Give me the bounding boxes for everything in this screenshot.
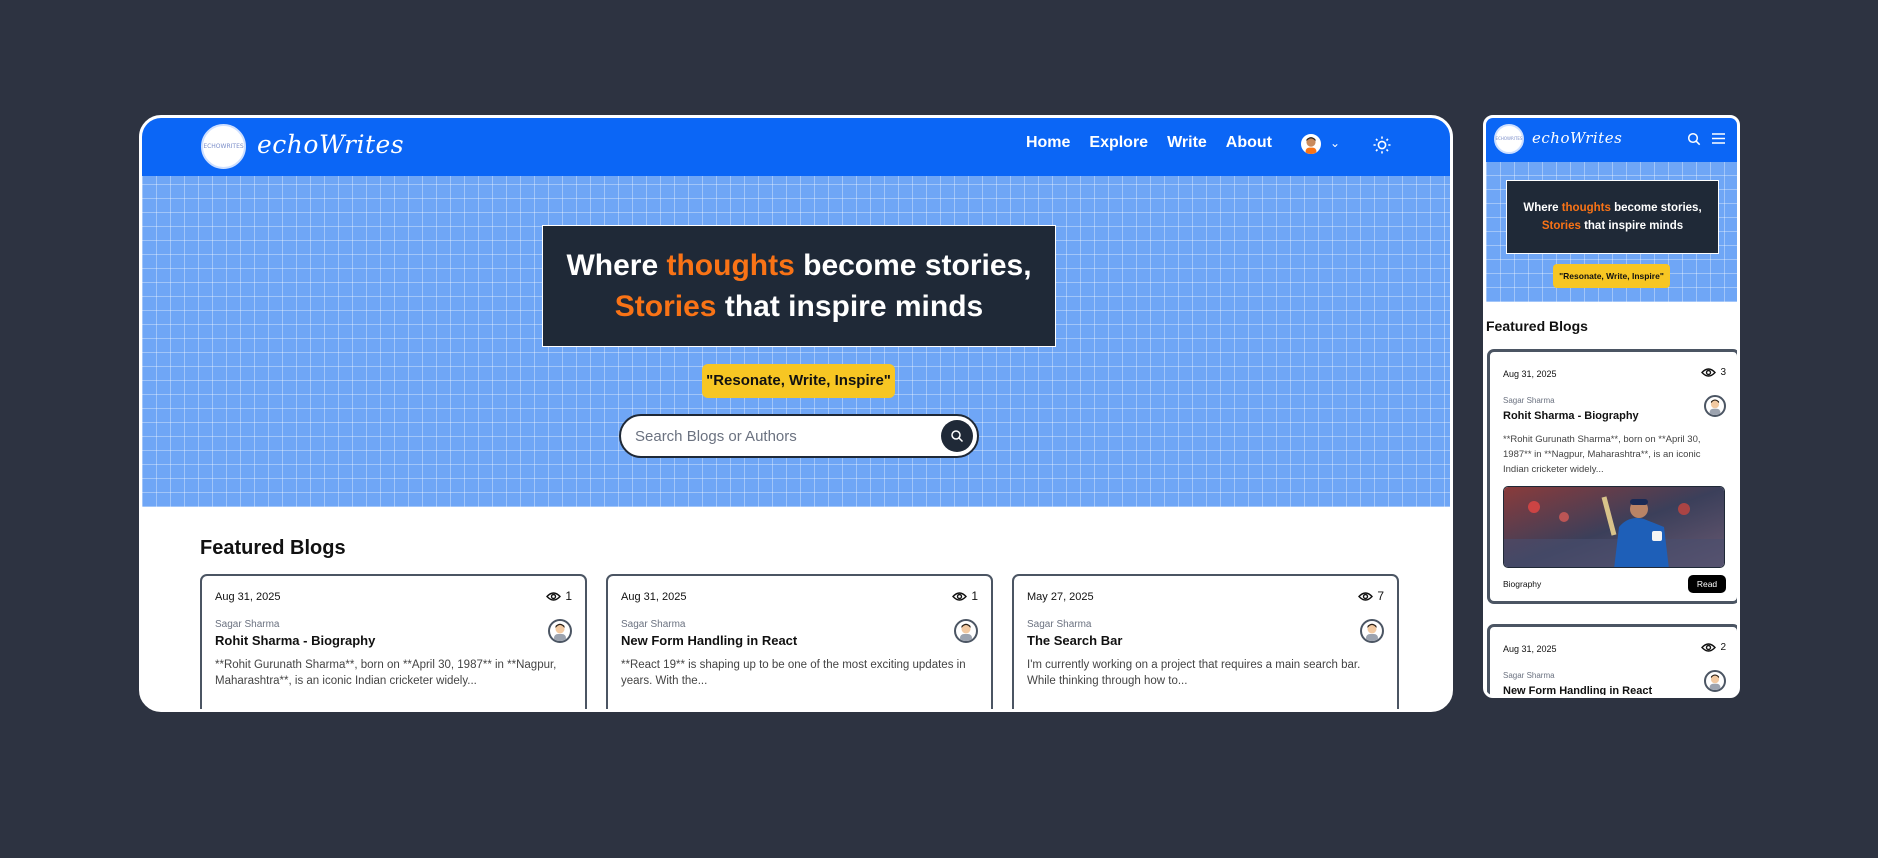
author-avatar[interactable] [954,619,978,643]
hero-section: Where thoughts become stories, Stories t… [142,176,1450,507]
card-title[interactable]: New Form Handling in React [621,633,797,648]
read-button[interactable]: Read [1688,575,1726,593]
eye-icon [1701,368,1717,377]
views-count: 7 [1377,589,1384,603]
nav-links: Home Explore Write About [1026,134,1342,152]
tagline-accent: Stories [1541,220,1581,232]
nav-link-write[interactable]: Write [1167,134,1207,152]
search-input[interactable] [635,427,941,445]
card-author[interactable]: Sagar Sharma [215,619,279,630]
theme-toggle-sun-icon[interactable] [1372,135,1392,160]
blog-card[interactable]: Aug 31, 2025 3 Sagar Sharma Rohit Sharma… [1487,349,1737,604]
author-avatar[interactable] [1704,395,1726,417]
chevron-down-icon[interactable]: ⌄ [1330,136,1340,150]
card-date: Aug 31, 2025 [621,591,687,603]
card-author[interactable]: Sagar Sharma [621,619,685,630]
author-avatar[interactable] [548,619,572,643]
card-date: Aug 31, 2025 [1503,644,1557,654]
card-views: 1 [546,589,572,603]
card-author[interactable]: Sagar Sharma [1503,396,1555,405]
eye-icon [1358,591,1374,601]
views-count: 1 [565,589,572,603]
eye-icon [1701,643,1717,652]
card-title[interactable]: New Form Handling in React [1503,685,1652,695]
eye-icon [952,591,968,601]
author-avatar[interactable] [1704,670,1726,692]
views-count: 2 [1720,642,1726,653]
nav-link-home[interactable]: Home [1026,134,1070,152]
card-date: Aug 31, 2025 [215,591,281,603]
navbar: ECHOWRITES echoWrites Home Explore Write… [142,118,1450,176]
card-author[interactable]: Sagar Sharma [1503,671,1555,680]
hamburger-menu-icon[interactable] [1711,132,1726,150]
tagline-text: that inspire minds [1580,220,1684,232]
blog-thumbnail-image[interactable] [1503,486,1725,568]
featured-blogs-heading: Featured Blogs [200,537,346,559]
search-bar [619,414,979,458]
search-icon [951,430,964,443]
eye-icon [546,591,562,601]
mobile-frame: ECHOWRITES echoWrites Where thoughts bec… [1483,115,1740,698]
card-category[interactable]: Biography [1503,579,1541,589]
card-author[interactable]: Sagar Sharma [1027,619,1091,630]
card-excerpt: **Rohit Gurunath Sharma**, born on **Apr… [1503,434,1701,475]
card-excerpt: **React 19** is shaping up to be one of … [621,659,966,687]
brand-name[interactable]: echoWrites [257,130,404,159]
tagline-text: that inspire minds [716,290,984,323]
card-excerpt: **Rohit Gurunath Sharma**, born on **Apr… [215,659,557,687]
tagline-accent: Stories [614,290,717,323]
nav-link-about[interactable]: About [1226,134,1272,152]
nav-link-explore[interactable]: Explore [1089,134,1148,152]
brand-name[interactable]: echoWrites [1532,129,1622,147]
motto-badge: "Resonate, Write, Inspire" [1553,264,1670,288]
card-views: 2 [1701,642,1726,653]
card-title[interactable]: Rohit Sharma - Biography [215,633,375,648]
search-button[interactable] [941,420,973,452]
hero-tagline: Where thoughts become stories, Stories t… [542,225,1056,347]
author-avatar[interactable] [1360,619,1384,643]
mobile-navbar: ECHOWRITES echoWrites [1486,118,1737,162]
views-count: 1 [971,589,978,603]
logo-text: ECHOWRITES [1495,136,1523,141]
card-date: May 27, 2025 [1027,591,1094,603]
tagline-text: become stories, [794,249,1032,282]
card-views: 3 [1701,367,1726,378]
blog-card[interactable]: May 27, 2025 7 Sagar Sharma The Search B… [1012,574,1399,709]
search-icon[interactable] [1687,132,1701,151]
views-count: 3 [1720,367,1726,378]
desktop-frame: ECHOWRITES echoWrites Home Explore Write… [139,115,1453,712]
card-views: 1 [952,589,978,603]
tagline-text: become stories, [1610,202,1702,214]
card-excerpt: I'm currently working on a project that … [1027,659,1361,687]
card-title[interactable]: The Search Bar [1027,633,1122,648]
hero-section: Where thoughts become stories, Stories t… [1486,162,1737,302]
blog-card[interactable]: Aug 31, 2025 1 Sagar Sharma Rohit Sharma… [200,574,587,709]
user-avatar[interactable] [1299,132,1323,156]
blog-card[interactable]: Aug 31, 2025 1 Sagar Sharma New Form Han… [606,574,993,709]
blog-card[interactable]: Aug 31, 2025 2 Sagar Sharma New Form Han… [1487,624,1737,695]
brand-logo[interactable]: ECHOWRITES [1494,124,1524,154]
tagline-accent: thoughts [666,249,795,282]
brand-logo[interactable]: ECHOWRITES [201,124,246,169]
card-views: 7 [1358,589,1384,603]
tagline-text: Where [566,249,667,282]
hero-tagline: Where thoughts become stories, Stories t… [1506,180,1719,254]
featured-blogs-heading: Featured Blogs [1486,318,1588,334]
tagline-accent: thoughts [1561,202,1611,214]
logo-text: ECHOWRITES [203,142,244,150]
motto-badge: "Resonate, Write, Inspire" [702,364,895,398]
card-date: Aug 31, 2025 [1503,369,1557,379]
tagline-text: Where [1523,202,1562,214]
card-title[interactable]: Rohit Sharma - Biography [1503,410,1639,422]
